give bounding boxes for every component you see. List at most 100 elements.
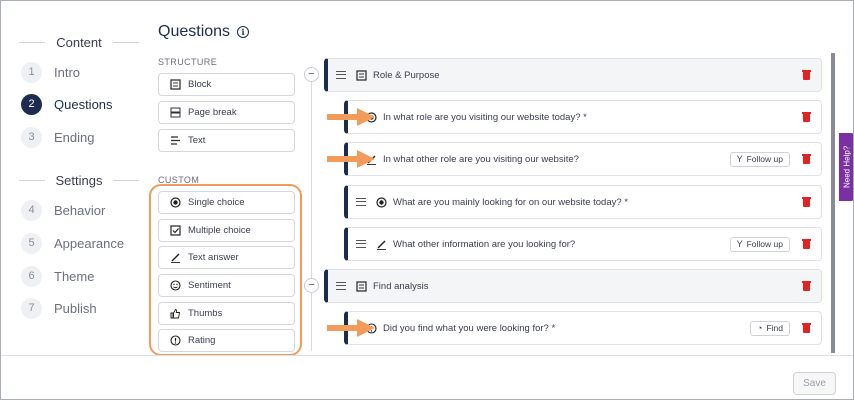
step-appearance[interactable]: 5 Appearance (21, 232, 124, 254)
step-label: Ending (54, 129, 95, 145)
add-thumbs-button[interactable]: Thumbs (158, 302, 295, 325)
follow-up-button[interactable]: Y Follow up (729, 236, 790, 252)
question-label: Did you find what you were looking for? … (383, 322, 556, 334)
tree-connector (311, 81, 312, 351)
add-multiple-choice-button[interactable]: Multiple choice (158, 219, 295, 242)
question-label: What other information are you looking f… (393, 238, 576, 250)
rating-icon (170, 335, 181, 346)
drag-handle-icon[interactable] (356, 198, 366, 206)
step-number: 1 (21, 61, 42, 83)
tool-label: Single choice (188, 197, 245, 208)
settings-section-heading: Settings (19, 172, 139, 188)
question-row[interactable]: What are you mainly looking for on our w… (344, 185, 822, 219)
question-row[interactable]: In what other role are you visiting our … (344, 142, 822, 176)
drag-handle-icon[interactable] (336, 282, 346, 290)
add-rating-button[interactable]: Rating (158, 329, 295, 352)
step-intro[interactable]: 1 Intro (21, 61, 80, 83)
footer-bar (1, 355, 853, 399)
block-icon (170, 79, 181, 90)
step-label: Intro (54, 64, 81, 80)
highlight-arrow-icon (327, 150, 375, 168)
delete-icon[interactable] (802, 154, 811, 164)
block-label: Find analysis (373, 280, 429, 292)
block-icon (356, 69, 367, 81)
step-number: 5 (21, 232, 42, 254)
collapse-toggle-icon[interactable]: − (304, 278, 319, 293)
save-button[interactable]: Save (793, 372, 836, 395)
chip-label: Follow up (746, 154, 783, 164)
step-number: 3 (21, 126, 42, 148)
branch-icon: Y (736, 154, 743, 164)
step-number: 4 (21, 199, 42, 221)
pencil-icon (376, 239, 387, 250)
step-theme[interactable]: 6 Theme (21, 265, 94, 287)
radio-icon (376, 196, 387, 208)
page-title-row: Questions i (158, 23, 250, 41)
step-behavior[interactable]: 4 Behavior (21, 199, 105, 221)
block-row[interactable]: Role & Purpose (324, 58, 822, 92)
find-button[interactable]: ◔ Find (750, 320, 790, 336)
question-label: In what other role are you visiting our … (383, 153, 579, 165)
add-block-button[interactable]: Block (158, 73, 295, 96)
question-row[interactable]: Did you find what you were looking for? … (344, 311, 822, 345)
step-number: 7 (21, 297, 42, 319)
tool-label: Sentiment (188, 280, 231, 291)
delete-icon[interactable] (802, 70, 811, 80)
step-questions[interactable]: 2 Questions (21, 93, 113, 115)
question-label: What are you mainly looking for on our w… (393, 196, 628, 208)
tool-label: Block (188, 79, 212, 90)
question-row[interactable]: What other information are you looking f… (344, 227, 822, 261)
add-text-answer-button[interactable]: Text answer (158, 246, 295, 269)
text-icon (170, 135, 181, 146)
pencil-icon (170, 252, 181, 263)
drag-handle-icon[interactable] (356, 240, 366, 248)
question-label: In what role are you visiting our websit… (383, 111, 587, 123)
step-label: Appearance (54, 235, 125, 251)
add-single-choice-button[interactable]: Single choice (158, 191, 295, 214)
scrollbar[interactable] (831, 53, 835, 353)
gauge-icon: ◔ (757, 323, 763, 333)
branch-icon: Y (736, 239, 743, 249)
structure-label: STRUCTURE (158, 57, 218, 67)
tool-label: Text (188, 135, 206, 146)
highlight-arrow-icon (327, 319, 375, 337)
block-row[interactable]: Find analysis (324, 269, 822, 303)
info-icon[interactable]: i (237, 26, 250, 38)
need-help-tab[interactable]: Need Help? (839, 133, 853, 201)
tool-label: Thumbs (188, 308, 223, 319)
step-label: Questions (54, 96, 113, 112)
drag-handle-icon[interactable] (336, 71, 346, 79)
step-label: Publish (54, 300, 97, 316)
page-title: Questions (158, 23, 231, 40)
step-ending[interactable]: 3 Ending (21, 126, 94, 148)
step-label: Theme (54, 268, 95, 284)
add-text-button[interactable]: Text (158, 129, 295, 152)
smiley-icon (170, 280, 181, 291)
add-sentiment-button[interactable]: Sentiment (158, 274, 295, 297)
page-break-icon (170, 107, 181, 118)
tool-label: Multiple choice (188, 225, 251, 236)
delete-icon[interactable] (802, 281, 811, 291)
tool-label: Text answer (188, 252, 239, 263)
tool-label: Page break (188, 107, 237, 118)
delete-icon[interactable] (802, 197, 811, 207)
step-publish[interactable]: 7 Publish (21, 297, 97, 319)
collapse-toggle-icon[interactable]: − (304, 67, 319, 82)
block-icon (356, 280, 367, 292)
delete-icon[interactable] (802, 323, 811, 333)
checkbox-icon (170, 225, 181, 236)
tool-label: Rating (188, 335, 216, 346)
question-row[interactable]: In what role are you visiting our websit… (344, 100, 822, 134)
highlight-arrow-icon (327, 108, 375, 126)
add-page-break-button[interactable]: Page break (158, 101, 295, 124)
chip-label: Follow up (746, 239, 783, 249)
delete-icon[interactable] (802, 239, 811, 249)
step-number: 6 (21, 265, 42, 287)
chip-label: Find (766, 323, 783, 333)
thumbs-up-icon (170, 308, 181, 319)
step-label: Behavior (54, 202, 106, 218)
block-label: Role & Purpose (373, 69, 440, 81)
delete-icon[interactable] (802, 112, 811, 122)
follow-up-button[interactable]: Y Follow up (729, 151, 790, 167)
step-number: 2 (21, 93, 42, 115)
